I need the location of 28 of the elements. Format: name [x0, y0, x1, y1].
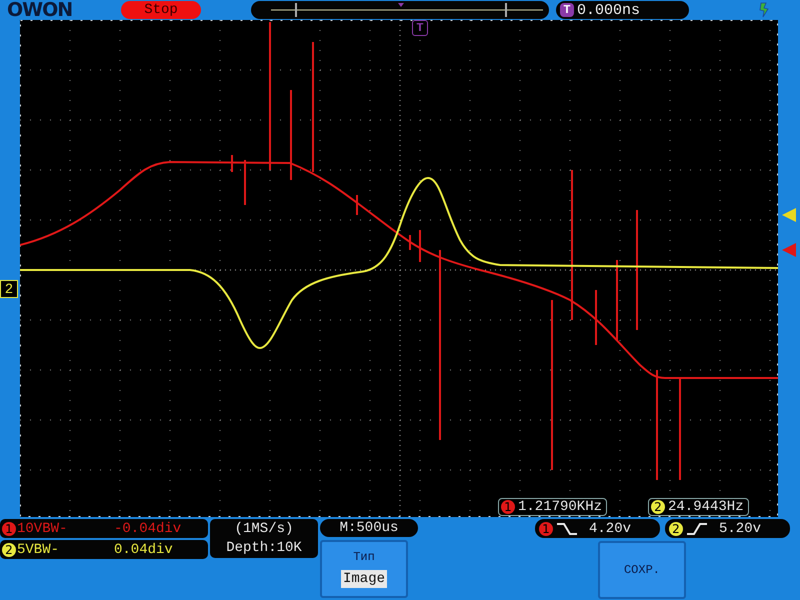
trigger-badge: T [560, 3, 574, 17]
timebase-readout: M:500us [320, 519, 418, 537]
sample-rate: (1MS/s) [234, 520, 294, 538]
menu-softkey[interactable]: СОХР. [598, 541, 686, 599]
channel-number-badge: 2 [651, 500, 665, 514]
channel-number-badge: 1 [501, 500, 515, 514]
menu-softkey[interactable]: Тип Image [320, 540, 408, 598]
measurement-value: 1.21790KHz [518, 499, 602, 515]
channel-number-badge: 2 [669, 522, 683, 536]
falling-edge-icon [556, 522, 578, 536]
channel-offset: 0.04div [114, 542, 173, 558]
channel-number-badge: 1 [2, 522, 16, 536]
memory-depth: Depth:10K [226, 538, 302, 558]
trigger-voltage: 5.20v [719, 520, 762, 536]
softkey-value: Image [340, 570, 387, 588]
brand-logo: OWON [7, 0, 74, 20]
ground-level-marker: 2 [0, 280, 18, 298]
channel-number-badge: 1 [539, 522, 553, 536]
trigger-position-marker: T [412, 20, 428, 36]
trigger-offset-value: 0.000ns [577, 2, 640, 18]
channel-number-badge: 2 [2, 542, 16, 556]
run-stop-button[interactable]: Stop [121, 1, 201, 19]
rising-edge-icon [686, 522, 708, 536]
measurement-value: 24.9443Hz [668, 499, 744, 515]
channel-offset: -0.04div [114, 520, 182, 536]
channel-scale: 5VBW- [17, 542, 60, 558]
channel-scale: 10VBW- [17, 520, 68, 536]
trigger-voltage: 4.20v [589, 520, 632, 536]
